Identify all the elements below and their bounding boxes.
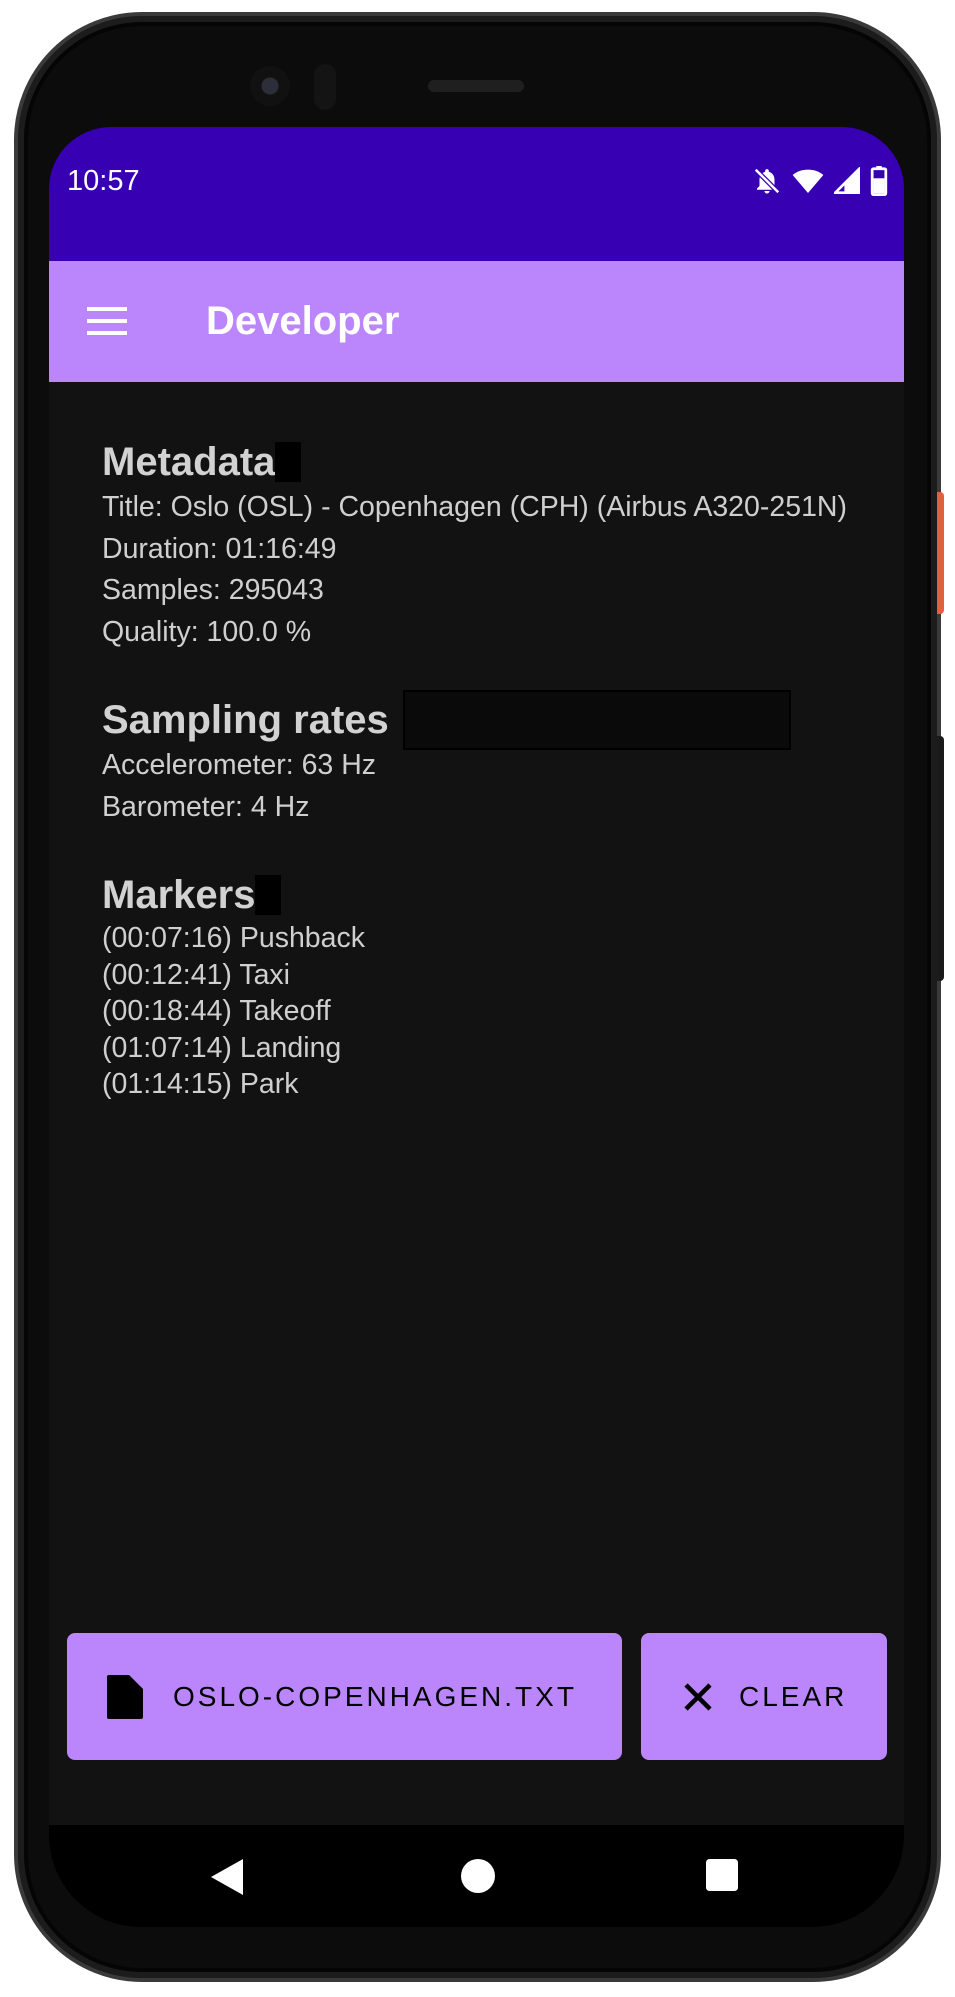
developer-content: Metadata Title: Oslo (OSL) - Copenhagen …: [102, 437, 902, 1145]
close-icon: [683, 1682, 713, 1712]
system-nav-bar: [49, 1825, 904, 1927]
status-time: 10:57: [67, 165, 140, 197]
marker-item: (01:07:14) Landing: [102, 1031, 342, 1064]
file-icon: [107, 1674, 143, 1719]
screen: 10:57 Developer Metadata Title: Oslo (OS…: [49, 127, 904, 1927]
selection-highlight: [275, 442, 302, 482]
wifi-icon: [792, 167, 824, 195]
battery-icon: [870, 166, 888, 196]
hamburger-menu-icon[interactable]: [85, 303, 129, 339]
markers-heading: Markers: [102, 873, 256, 917]
front-camera: [250, 66, 290, 106]
notifications-off-icon: [752, 166, 782, 196]
metadata-header: Metadata: [102, 437, 902, 487]
home-icon[interactable]: [461, 1859, 495, 1898]
open-file-button[interactable]: OSLO-COPENHAGEN.TXT: [67, 1633, 622, 1760]
metadata-samples-line: Samples: 295043: [102, 574, 324, 606]
sampling-rates-header: Sampling rates: [102, 690, 902, 750]
metadata-duration-line: Duration: 01:16:49: [102, 532, 337, 565]
accelerometer-rate-line: Accelerometer: 63 Hz: [102, 749, 377, 781]
marker-item: (00:18:44) Takeoff: [102, 995, 331, 1027]
markers-header: Markers: [102, 870, 902, 920]
marker-item: (01:14:15) Park: [102, 1068, 299, 1100]
page-title: Developer: [206, 299, 400, 343]
marker-item: (00:07:16) Pushback: [102, 922, 365, 954]
clear-button-label: CLEAR: [739, 1680, 848, 1712]
markers-section: Markers (00:07:16) Pushback (00:12:41) T…: [102, 870, 902, 1103]
clear-button[interactable]: CLEAR: [641, 1633, 887, 1760]
back-icon[interactable]: [211, 1859, 243, 1900]
earpiece-speaker: [428, 80, 524, 92]
metadata-title-line: Title: Oslo (OSL) - Copenhagen (CPH) (Ai…: [102, 491, 847, 523]
selection-highlight: [255, 875, 282, 915]
recents-icon[interactable]: [706, 1859, 738, 1896]
marker-item: (00:12:41) Taxi: [102, 958, 291, 991]
status-icons: [752, 163, 888, 199]
metadata-section: Metadata Title: Oslo (OSL) - Copenhagen …: [102, 437, 902, 653]
metadata-heading: Metadata: [102, 440, 276, 484]
cell-signal-icon: [834, 167, 860, 195]
barometer-rate-line: Barometer: 4 Hz: [102, 790, 310, 823]
power-button: [937, 492, 944, 614]
volume-button: [937, 736, 944, 981]
selection-highlight: [402, 690, 791, 750]
proximity-sensor: [314, 64, 336, 110]
open-file-button-label: OSLO-COPENHAGEN.TXT: [173, 1680, 577, 1712]
sampling-rates-heading: Sampling rates: [102, 698, 389, 742]
metadata-quality-line: Quality: 100.0 %: [102, 615, 312, 648]
app-bar: Developer: [49, 261, 904, 382]
sampling-rates-section: Sampling rates Accelerometer: 63 Hz Baro…: [102, 690, 902, 828]
status-bar: 10:57: [49, 127, 904, 261]
